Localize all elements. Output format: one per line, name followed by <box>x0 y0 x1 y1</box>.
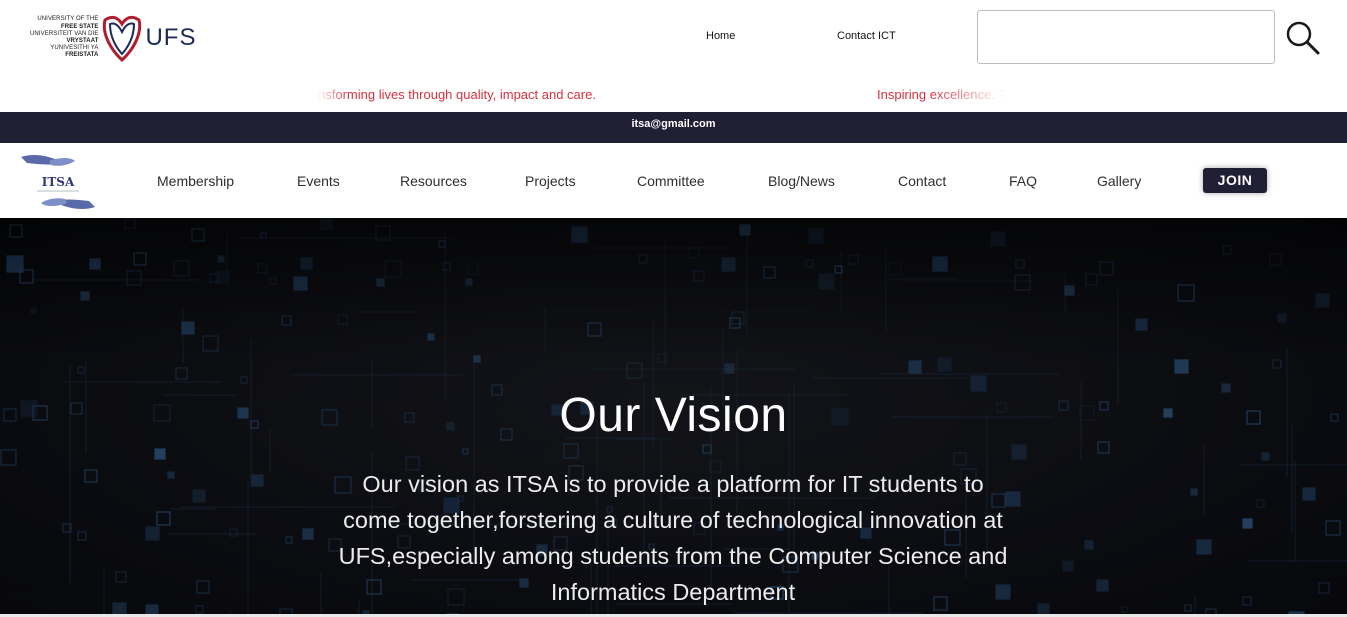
search-icon[interactable] <box>1285 20 1321 56</box>
nav-blog-news[interactable]: Blog/News <box>768 173 835 189</box>
ufs-logo-line: FREISTATA <box>65 52 99 59</box>
main-nav: ITSA Membership Events Resources Project… <box>0 143 1347 218</box>
email-bar: itsa@gmail.com <box>0 112 1347 143</box>
ufs-logo[interactable]: UNIVERSITY OF THE FREE STATE UNIVERSITEI… <box>30 14 196 62</box>
ufs-logo-line: UNIVERSITY OF THE <box>37 16 99 23</box>
ticker-item: Inspiring excellence. T <box>877 87 1007 102</box>
svg-text:ITSA: ITSA <box>42 175 75 189</box>
nav-faq[interactable]: FAQ <box>1009 173 1037 189</box>
nav-committee[interactable]: Committee <box>637 173 705 189</box>
hero-description: Our vision as ITSA is to provide a platf… <box>333 466 1013 610</box>
contact-email[interactable]: itsa@gmail.com <box>0 118 1347 130</box>
hero-line: UFS,especially among students from the C… <box>338 543 1008 569</box>
ufs-logo-text: UNIVERSITY OF THE FREE STATE UNIVERSITEI… <box>30 16 98 59</box>
ufs-logo-line: FREE STATE <box>61 23 99 30</box>
ticker-item: nsforming lives through quality, impact … <box>318 87 596 102</box>
nav-membership[interactable]: Membership <box>157 173 234 189</box>
vision-hero: Our Vision Our vision as ITSA is to prov… <box>0 218 1347 617</box>
ufs-logo-line: YUNIVESITHI YA <box>50 45 99 52</box>
top-nav-contact-ict[interactable]: Contact ICT <box>837 30 896 42</box>
nav-projects[interactable]: Projects <box>525 173 576 189</box>
ufs-logo-line: VRYSTAAT <box>66 38 99 44</box>
nav-contact[interactable]: Contact <box>898 173 946 189</box>
nav-events[interactable]: Events <box>297 173 340 189</box>
hero-title: Our Vision <box>559 389 788 442</box>
search-input[interactable] <box>977 10 1275 64</box>
join-button[interactable]: JOIN <box>1203 168 1267 193</box>
top-header: UNIVERSITY OF THE FREE STATE UNIVERSITEI… <box>0 0 1347 112</box>
ufs-wordmark: UFS <box>145 24 197 51</box>
announcement-ticker: nsforming lives through quality, impact … <box>0 86 1347 104</box>
itsa-logo[interactable]: ITSA <box>19 151 97 213</box>
hero-line: Our vision as ITSA is to provide a platf… <box>362 471 984 497</box>
nav-gallery[interactable]: Gallery <box>1097 173 1141 189</box>
hero-line: Informatics Department <box>550 579 796 605</box>
nav-resources[interactable]: Resources <box>400 173 467 189</box>
top-nav-home[interactable]: Home <box>706 30 735 42</box>
ufs-shield-logo <box>103 15 142 62</box>
ufs-logo-line: UNIVERSITEIT VAN DIE <box>30 30 99 37</box>
hero-line: come together,forstering a culture of te… <box>343 507 1003 533</box>
